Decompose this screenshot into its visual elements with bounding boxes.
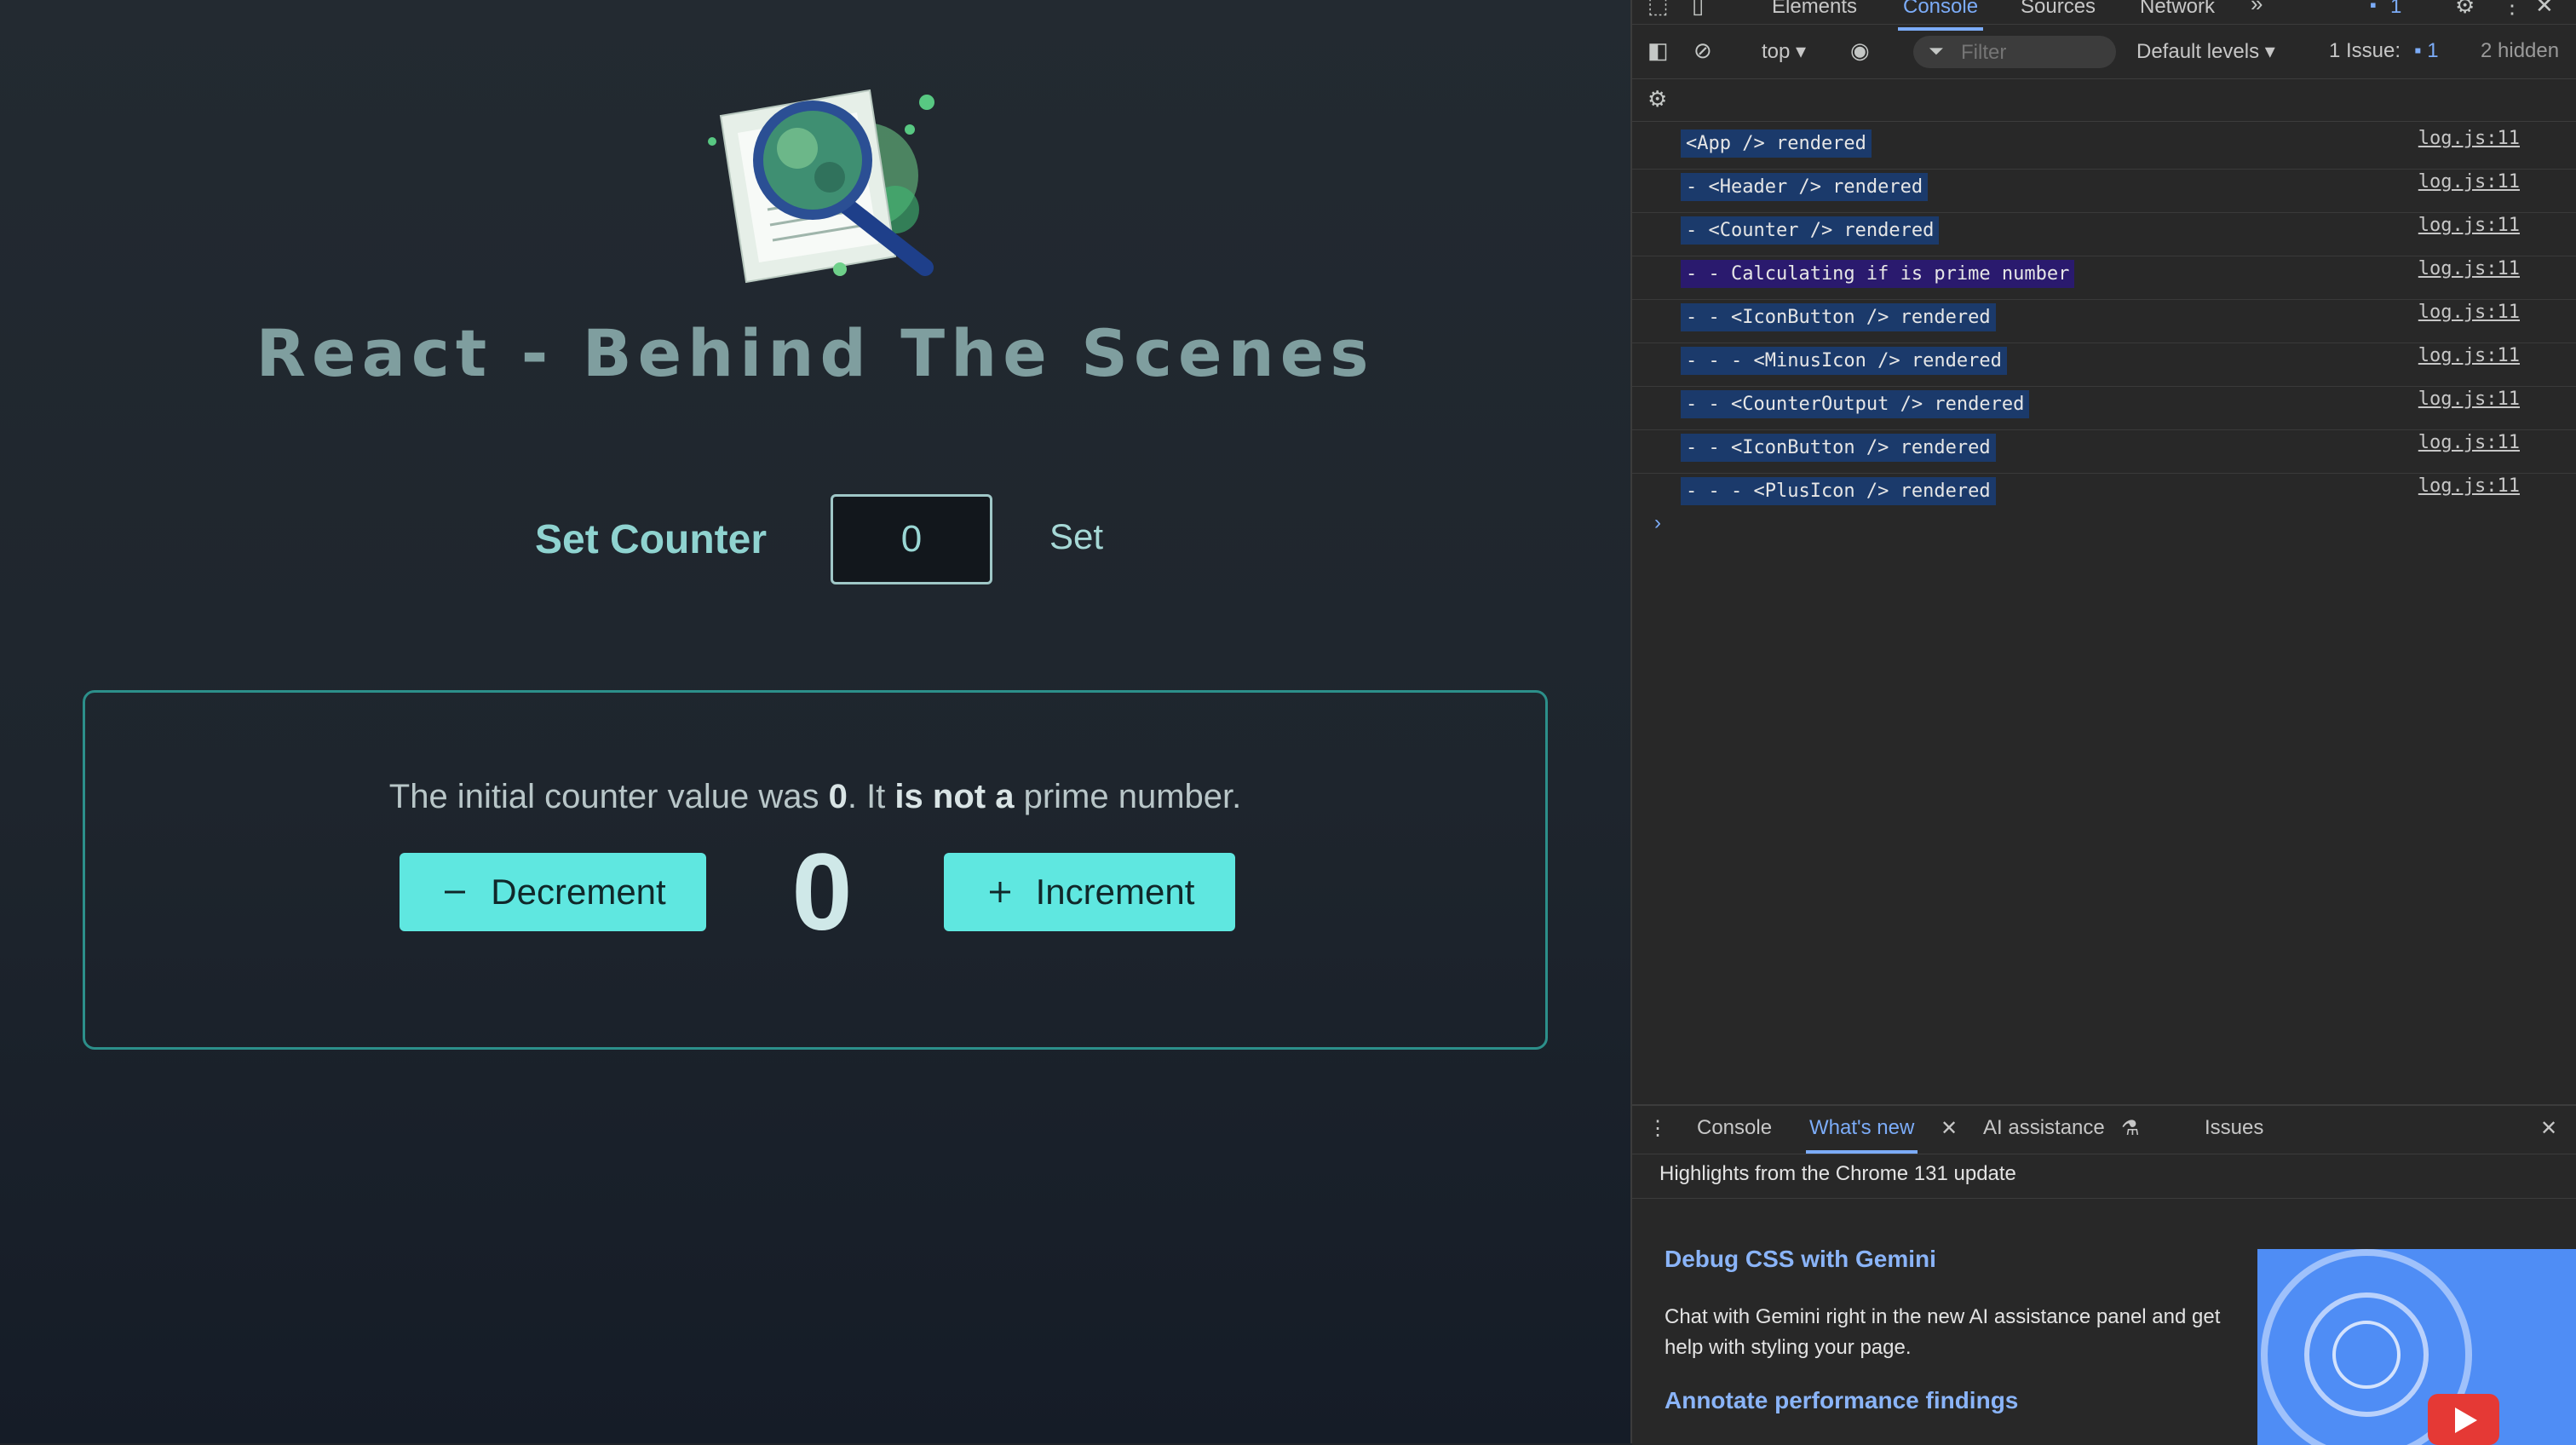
log-message: - - Calculating if is prime number bbox=[1681, 260, 2075, 288]
feature-description: Chat with Gemini right in the new AI ass… bbox=[1665, 1305, 2221, 1359]
close-drawer-icon[interactable]: ✕ bbox=[2540, 1116, 2557, 1141]
drawer-tab-bar: ⋮ Console What's new ✕ AI assistance ⚗ I… bbox=[1632, 1106, 2576, 1154]
decrement-label: Decrement bbox=[491, 872, 666, 912]
feature-title-gemini[interactable]: Debug CSS with Gemini bbox=[1665, 1246, 1936, 1273]
tab-sources[interactable]: Sources bbox=[2021, 0, 2096, 19]
clear-console-icon[interactable]: ⊘ bbox=[1693, 38, 1712, 62]
issues-count[interactable]: ▪ 1 bbox=[2414, 39, 2439, 63]
log-message: <App /> rendered bbox=[1681, 130, 1872, 158]
close-devtools-icon[interactable]: ✕ bbox=[2535, 0, 2554, 17]
magnifier-logo-image bbox=[708, 89, 934, 284]
log-source-link[interactable]: log.js:11 bbox=[2418, 345, 2520, 366]
log-row: - - <IconButton /> rendered log.js:11 bbox=[1632, 430, 2576, 474]
log-row: <App /> rendered log.js:11 bbox=[1632, 126, 2576, 170]
console-log-list: <App /> rendered log.js:11 - <Header /> r… bbox=[1632, 126, 2576, 516]
log-message: - - <IconButton /> rendered bbox=[1681, 303, 1996, 331]
issues-label[interactable]: 1 Issue: bbox=[2329, 39, 2401, 63]
set-button[interactable]: Set bbox=[1049, 516, 1103, 557]
device-toolbar-icon[interactable]: ▯ bbox=[1692, 0, 1704, 17]
more-options-icon[interactable]: ⋮ bbox=[2501, 0, 2523, 17]
drawer-tab-whats-new[interactable]: What's new bbox=[1805, 1116, 1918, 1154]
log-source-link[interactable]: log.js:11 bbox=[2418, 475, 2520, 497]
settings-icon[interactable]: ⚙ bbox=[2455, 0, 2475, 17]
log-source-link[interactable]: log.js:11 bbox=[2418, 215, 2520, 236]
log-levels-label: Default levels bbox=[2136, 40, 2260, 63]
log-message: - - <IconButton /> rendered bbox=[1681, 434, 1996, 462]
feature-title-annotate[interactable]: Annotate performance findings bbox=[1665, 1387, 2018, 1414]
log-row: - - <IconButton /> rendered log.js:11 bbox=[1632, 300, 2576, 343]
log-message: - <Header /> rendered bbox=[1681, 173, 1929, 201]
app-title: React - Behind The Scenes bbox=[256, 315, 1375, 391]
counter-output: 0 bbox=[791, 832, 853, 953]
inspect-element-icon[interactable]: ⬚ bbox=[1647, 0, 1669, 17]
console-toolbar: ◧ ⊘ top ▾ ◉ ⏷ Default levels ▾ 1 Issue: … bbox=[1632, 24, 2576, 79]
decrement-button[interactable]: Decrement bbox=[400, 853, 706, 931]
filter-icon: ⏷ bbox=[1929, 40, 1944, 61]
log-source-link[interactable]: log.js:11 bbox=[2418, 302, 2520, 323]
drawer-tab-ai-assistance[interactable]: AI assistance bbox=[1983, 1116, 2105, 1140]
set-counter-label: Set Counter bbox=[535, 517, 768, 562]
flask-icon: ⚗ bbox=[2121, 1117, 2140, 1140]
log-message: - <Counter /> rendered bbox=[1681, 216, 1940, 245]
info-suffix: prime number. bbox=[1014, 778, 1242, 815]
tab-elements[interactable]: Elements bbox=[1772, 0, 1857, 19]
log-row: - - <CounterOutput /> rendered log.js:11 bbox=[1632, 387, 2576, 430]
drawer-menu-icon[interactable]: ⋮ bbox=[1647, 1116, 1668, 1141]
log-message: - - - <MinusIcon /> rendered bbox=[1681, 347, 2007, 375]
info-middle: . It bbox=[847, 778, 895, 815]
log-source-link[interactable]: log.js:11 bbox=[2418, 258, 2520, 279]
tab-network[interactable]: Network bbox=[2140, 0, 2215, 19]
log-source-link[interactable]: log.js:11 bbox=[2418, 389, 2520, 410]
drawer-tab-issues[interactable]: Issues bbox=[2205, 1116, 2263, 1140]
log-row: - - - <PlusIcon /> rendered log.js:11 bbox=[1632, 474, 2576, 516]
console-prompt-chevron-icon[interactable]: › bbox=[1654, 511, 1661, 535]
log-source-link[interactable]: log.js:11 bbox=[2418, 171, 2520, 193]
whats-new-video-thumbnail[interactable] bbox=[2257, 1249, 2576, 1445]
log-row: - - Calculating if is prime number log.js… bbox=[1632, 256, 2576, 300]
prime-verdict: is not a bbox=[894, 778, 1015, 815]
video-thumbnail-art bbox=[2261, 1249, 2499, 1445]
console-settings-icon[interactable]: ⚙ bbox=[1647, 87, 1667, 111]
drawer-divider bbox=[1632, 1198, 2576, 1199]
devtools-drawer: ⋮ Console What's new ✕ AI assistance ⚗ I… bbox=[1632, 1104, 2576, 1445]
filter-input[interactable] bbox=[1959, 40, 2107, 66]
log-row: - <Header /> rendered log.js:11 bbox=[1632, 170, 2576, 213]
counter-card: The initial counter value was 0. It is n… bbox=[83, 690, 1548, 1050]
log-levels-dropdown[interactable]: Default levels ▾ bbox=[2136, 39, 2275, 64]
issues-badge-count: 1 bbox=[2390, 0, 2402, 18]
log-source-link[interactable]: log.js:11 bbox=[2418, 432, 2520, 453]
console-settings-row: ⚙ bbox=[1632, 78, 2576, 122]
set-counter-input[interactable] bbox=[831, 494, 992, 584]
log-message: - - <CounterOutput /> rendered bbox=[1681, 390, 2030, 418]
context-label: top bbox=[1762, 40, 1791, 63]
issues-count-value: 1 bbox=[2427, 39, 2439, 62]
info-prefix: The initial counter value was bbox=[388, 778, 829, 815]
tab-console[interactable]: Console bbox=[1897, 0, 1984, 31]
issues-badge-icon[interactable]: ▪ bbox=[2370, 0, 2377, 17]
eye-icon[interactable]: ◉ bbox=[1850, 38, 1870, 62]
drawer-tab-console[interactable]: Console bbox=[1697, 1116, 1772, 1140]
log-row: - - - <MinusIcon /> rendered log.js:11 bbox=[1632, 343, 2576, 387]
set-counter-form: Set Counter Set bbox=[0, 494, 1630, 588]
context-selector[interactable]: top ▾ bbox=[1762, 39, 1806, 64]
hidden-count: 2 hidden bbox=[2481, 39, 2560, 62]
plus-icon bbox=[989, 882, 1010, 902]
react-app: React - Behind The Scenes Set Counter Se… bbox=[0, 0, 1630, 1443]
close-whats-new-icon[interactable]: ✕ bbox=[1941, 1116, 1958, 1141]
counter-info-text: The initial counter value was 0. It is n… bbox=[85, 778, 1545, 816]
log-source-link[interactable]: log.js:11 bbox=[2418, 128, 2520, 149]
log-message: - - - <PlusIcon /> rendered bbox=[1681, 477, 1996, 505]
minus-icon bbox=[445, 890, 466, 894]
initial-value: 0 bbox=[828, 778, 848, 815]
log-row: - <Counter /> rendered log.js:11 bbox=[1632, 213, 2576, 256]
increment-button[interactable]: Increment bbox=[944, 853, 1235, 931]
devtools-tab-bar: ⬚ ▯ Elements Console Sources Network » ▪… bbox=[1632, 0, 2576, 31]
increment-label: Increment bbox=[1035, 872, 1195, 912]
filter-box: ⏷ bbox=[1913, 36, 2116, 68]
devtools-panel: ⬚ ▯ Elements Console Sources Network » ▪… bbox=[1630, 0, 2576, 1445]
more-tabs-icon[interactable]: » bbox=[2251, 0, 2263, 15]
whats-new-highlights: Highlights from the Chrome 131 update bbox=[1659, 1162, 2016, 1185]
sidebar-toggle-icon[interactable]: ◧ bbox=[1647, 38, 1669, 62]
